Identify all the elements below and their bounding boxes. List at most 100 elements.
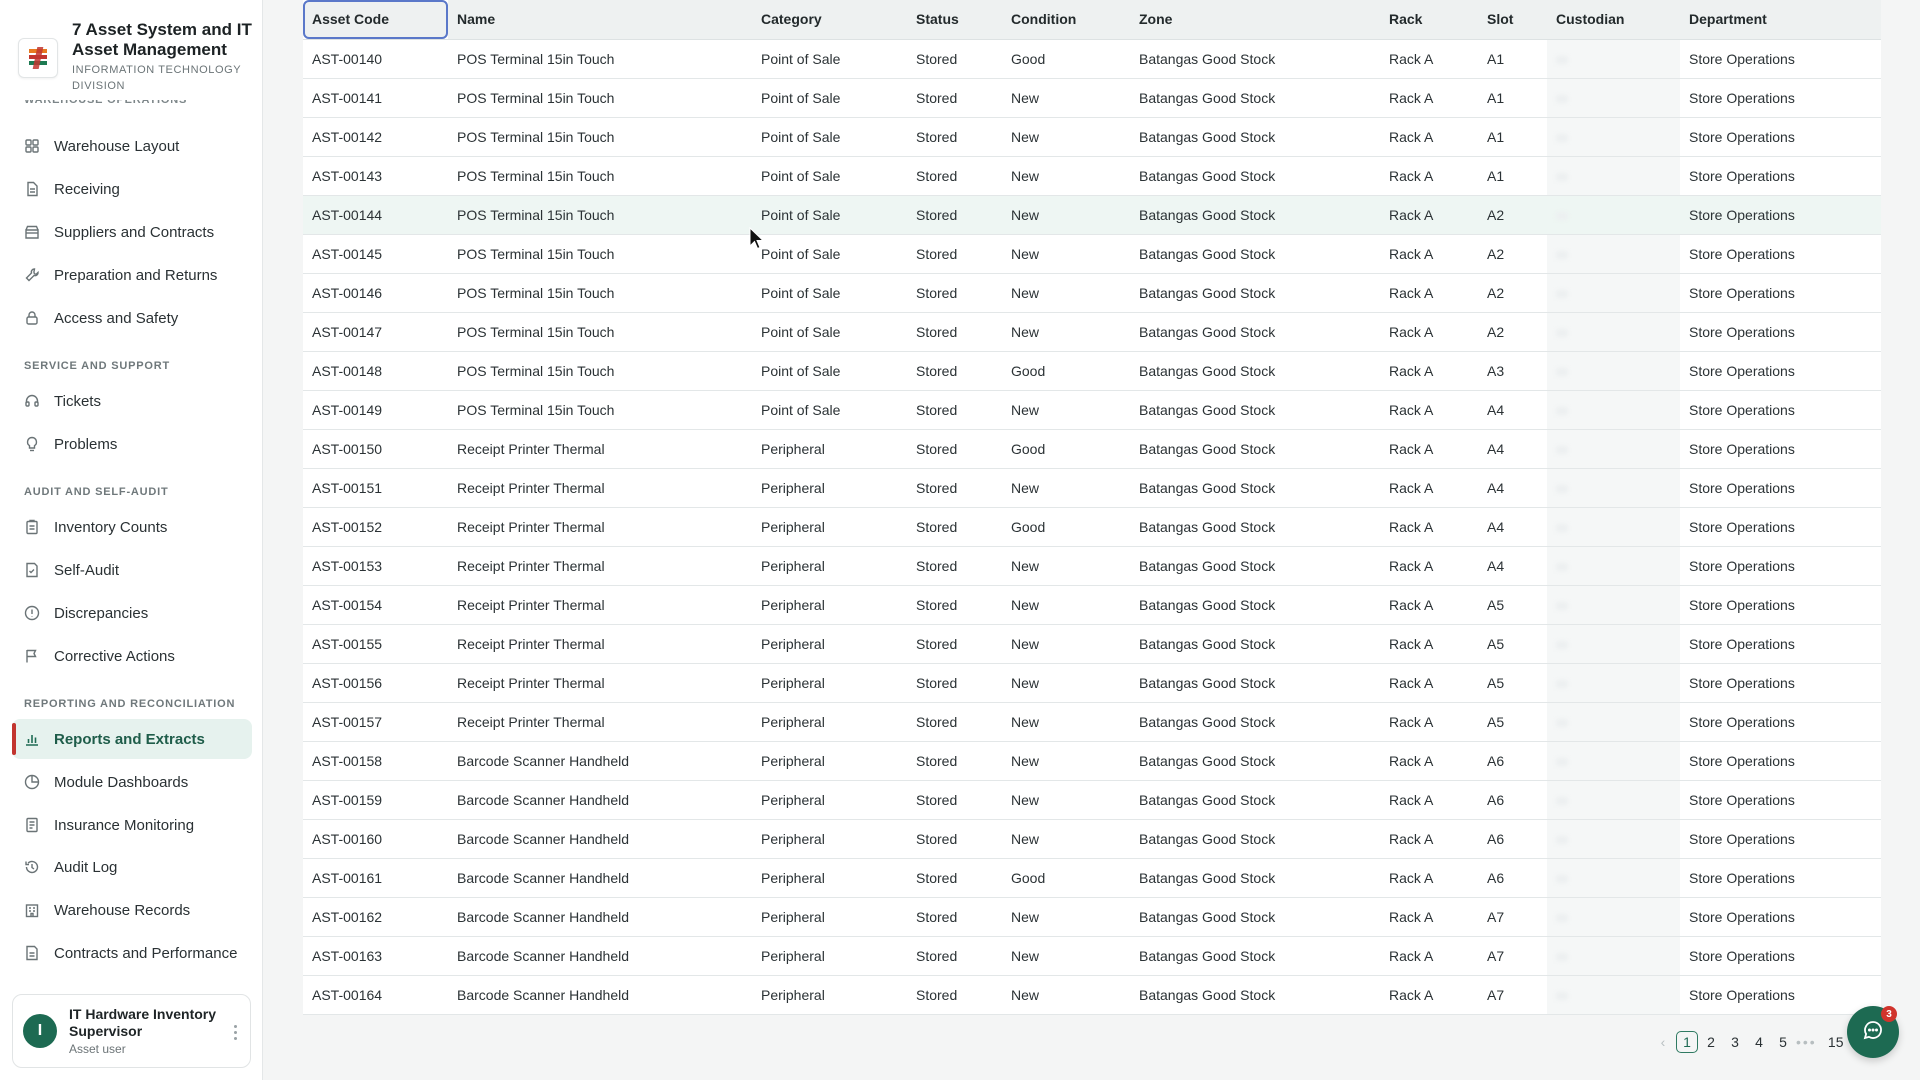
sidebar-item-warehouse-layout[interactable]: Warehouse Layout [12,126,252,166]
table-row[interactable]: AST-00161 Barcode Scanner Handheld Periphe… [303,858,1881,898]
table-row[interactable]: AST-00144 POS Terminal 15in Touch Point of… [303,195,1881,235]
table-row[interactable]: AST-00159 Barcode Scanner Handheld Periphe… [303,780,1881,820]
table-row[interactable]: AST-00156 Receipt Printer Thermal Peripher… [303,663,1881,703]
column-header-custodian[interactable]: Custodian [1547,0,1680,40]
cell-status: Stored [907,468,1002,508]
sidebar-item-receiving[interactable]: Receiving [12,169,252,209]
sidebar-item-tickets[interactable]: Tickets [12,381,252,421]
sidebar-item-label: Receiving [54,180,120,198]
custodian-placeholder [1556,991,1568,1000]
cell-zone: Batangas Good Stock [1130,273,1380,313]
table-row[interactable]: AST-00157 Receipt Printer Thermal Peripher… [303,702,1881,742]
table-row[interactable]: AST-00160 Barcode Scanner Handheld Periphe… [303,819,1881,859]
cell-name: POS Terminal 15in Touch [448,351,752,391]
page-button-1[interactable]: 1 [1676,1031,1698,1053]
cell-category: Point of Sale [752,195,907,235]
sidebar-item-audit-log[interactable]: Audit Log [12,847,252,887]
table-row[interactable]: AST-00151 Receipt Printer Thermal Peripher… [303,468,1881,508]
table-row[interactable]: AST-00147 POS Terminal 15in Touch Point of… [303,312,1881,352]
cell-zone: Batangas Good Stock [1130,195,1380,235]
custodian-placeholder [1556,874,1568,883]
table-row[interactable]: AST-00149 POS Terminal 15in Touch Point of… [303,390,1881,430]
table-row[interactable]: AST-00146 POS Terminal 15in Touch Point of… [303,273,1881,313]
cell-status: Stored [907,312,1002,352]
table-row[interactable]: AST-00142 POS Terminal 15in Touch Point of… [303,117,1881,157]
sidebar-item-corrective-actions[interactable]: Corrective Actions [12,636,252,676]
cell-rack: Rack A [1380,507,1478,547]
cell-zone: Batangas Good Stock [1130,390,1380,430]
column-header-category[interactable]: Category [752,0,907,40]
column-header-name[interactable]: Name [448,0,752,40]
table-row[interactable]: AST-00145 POS Terminal 15in Touch Point of… [303,234,1881,274]
table-header-row: Asset Code Name Category Status Condition Zon… [303,0,1881,40]
sidebar-item-label: Access and Safety [54,309,179,327]
sidebar-item-discrepancies[interactable]: Discrepancies [12,593,252,633]
cell-status: Stored [907,975,1002,1015]
prev-page-button[interactable]: ‹ [1652,1031,1674,1053]
cell-zone: Batangas Good Stock [1130,741,1380,781]
sidebar-item-problems[interactable]: Problems [12,424,252,464]
column-header-zone[interactable]: Zone [1130,0,1380,40]
table-row[interactable]: AST-00141 POS Terminal 15in Touch Point of… [303,78,1881,118]
table-row[interactable]: AST-00143 POS Terminal 15in Touch Point of… [303,156,1881,196]
sidebar-item-module-dashboards[interactable]: Module Dashboards [12,762,252,802]
table-row[interactable]: AST-00155 Receipt Printer Thermal Peripher… [303,624,1881,664]
table-row[interactable]: AST-00162 Barcode Scanner Handheld Periphe… [303,897,1881,937]
cell-status: Stored [907,117,1002,157]
user-card[interactable]: I IT Hardware Inventory Supervisor Asset… [12,994,251,1068]
cell-condition: New [1002,273,1130,313]
cell-custodian [1547,429,1680,469]
custodian-placeholder [1556,484,1568,493]
page-button-3[interactable]: 3 [1724,1031,1746,1053]
sidebar-item-warehouse-records[interactable]: Warehouse Records [12,890,252,930]
cell-custodian [1547,390,1680,430]
column-header-condition[interactable]: Condition [1002,0,1130,40]
cell-custodian [1547,897,1680,937]
cell-zone: Batangas Good Stock [1130,897,1380,937]
page-button-5[interactable]: 5 [1772,1031,1794,1053]
sidebar-item-contracts-performance[interactable]: Contracts and Performance [12,933,252,973]
more-vertical-icon[interactable] [234,1025,238,1041]
table-row[interactable]: AST-00154 Receipt Printer Thermal Peripher… [303,585,1881,625]
cell-status: Stored [907,195,1002,235]
column-header-asset-code[interactable]: Asset Code [303,0,448,40]
cell-status: Stored [907,507,1002,547]
cell-rack: Rack A [1380,819,1478,859]
custodian-placeholder [1556,952,1568,961]
table-row[interactable]: AST-00158 Barcode Scanner Handheld Periphe… [303,741,1881,781]
cell-rack: Rack A [1380,624,1478,664]
table-row[interactable]: AST-00152 Receipt Printer Thermal Peripher… [303,507,1881,547]
table-row[interactable]: AST-00150 Receipt Printer Thermal Peripher… [303,429,1881,469]
page-button-4[interactable]: 4 [1748,1031,1770,1053]
cell-zone: Batangas Good Stock [1130,429,1380,469]
cell-name: POS Terminal 15in Touch [448,390,752,430]
cell-status: Stored [907,156,1002,196]
page-button-2[interactable]: 2 [1700,1031,1722,1053]
page-button-last[interactable]: 15 [1825,1031,1847,1053]
pagination-ellipsis[interactable]: ••• [1796,1034,1817,1050]
table-row[interactable]: AST-00163 Barcode Scanner Handheld Periphe… [303,936,1881,976]
column-header-slot[interactable]: Slot [1478,0,1547,40]
cell-slot: A7 [1478,936,1547,976]
table-row[interactable]: AST-00153 Receipt Printer Thermal Peripher… [303,546,1881,586]
sidebar-item-insurance-monitoring[interactable]: Insurance Monitoring [12,805,252,845]
cell-status: Stored [907,78,1002,118]
table-row[interactable]: AST-00164 Barcode Scanner Handheld Periphe… [303,975,1881,1015]
column-header-department[interactable]: Department [1680,0,1881,40]
history-icon [24,859,40,875]
sidebar-item-suppliers-contracts[interactable]: Suppliers and Contracts [12,212,252,252]
table-row[interactable]: AST-00148 POS Terminal 15in Touch Point of… [303,351,1881,391]
table-row[interactable]: AST-00140 POS Terminal 15in Touch Point of… [303,39,1881,79]
cell-asset-code: AST-00149 [303,390,448,430]
column-header-status[interactable]: Status [907,0,1002,40]
cell-rack: Rack A [1380,702,1478,742]
sidebar-item-access-safety[interactable]: Access and Safety [12,298,252,338]
custodian-placeholder [1556,757,1568,766]
column-header-rack[interactable]: Rack [1380,0,1478,40]
sidebar-item-reports-extracts[interactable]: Reports and Extracts [12,719,252,759]
sidebar-item-self-audit[interactable]: Self-Audit [12,550,252,590]
custodian-placeholder [1556,679,1568,688]
sidebar-item-inventory-counts[interactable]: Inventory Counts [12,507,252,547]
sidebar-item-preparation-returns[interactable]: Preparation and Returns [12,255,252,295]
cell-slot: A6 [1478,741,1547,781]
